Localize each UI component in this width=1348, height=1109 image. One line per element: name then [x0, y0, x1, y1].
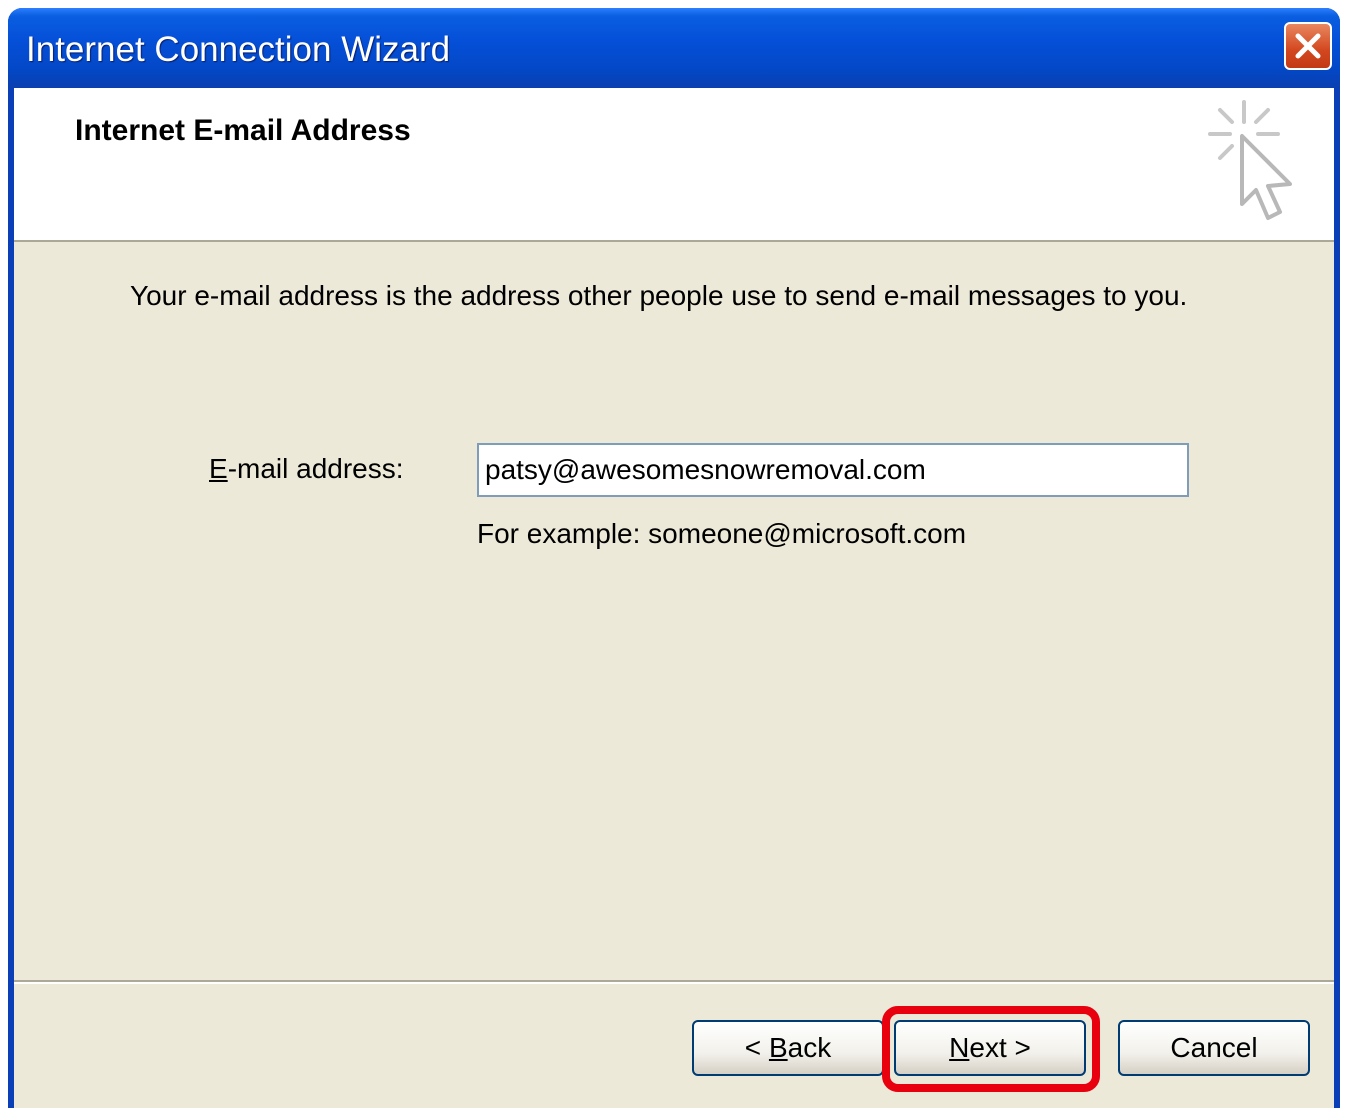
wizard-window: Internet Connection Wizard Internet E-ma…	[8, 8, 1340, 1108]
email-label-text: -mail address:	[227, 453, 404, 484]
page-title: Internet E-mail Address	[75, 114, 411, 147]
cancel-button[interactable]: Cancel	[1118, 1020, 1310, 1076]
title-bar[interactable]: Internet Connection Wizard	[8, 8, 1340, 88]
wizard-cursor-icon	[1208, 100, 1292, 220]
back-button[interactable]: < Back	[692, 1020, 884, 1076]
email-address-label: E-mail address:	[209, 453, 404, 485]
close-button[interactable]	[1284, 22, 1332, 70]
back-prefix: <	[744, 1032, 769, 1063]
back-label: ack	[787, 1032, 832, 1063]
wizard-body: Internet E-mail Address Your e-mail addr…	[14, 88, 1334, 1108]
window-title: Internet Connection Wizard	[26, 30, 451, 69]
next-mnemonic: N	[949, 1032, 970, 1063]
example-text: For example: someone@microsoft.com	[477, 518, 967, 549]
next-label: ext >	[969, 1032, 1031, 1063]
back-mnemonic: B	[768, 1032, 788, 1063]
description-text: Your e-mail address is the address other…	[130, 280, 1188, 311]
next-button[interactable]: Next >	[894, 1020, 1086, 1076]
wizard-header: Internet E-mail Address	[14, 88, 1334, 242]
email-address-input[interactable]	[477, 443, 1189, 497]
email-label-mnemonic: E	[209, 453, 228, 484]
footer-divider	[14, 980, 1334, 984]
close-icon	[1295, 33, 1321, 59]
